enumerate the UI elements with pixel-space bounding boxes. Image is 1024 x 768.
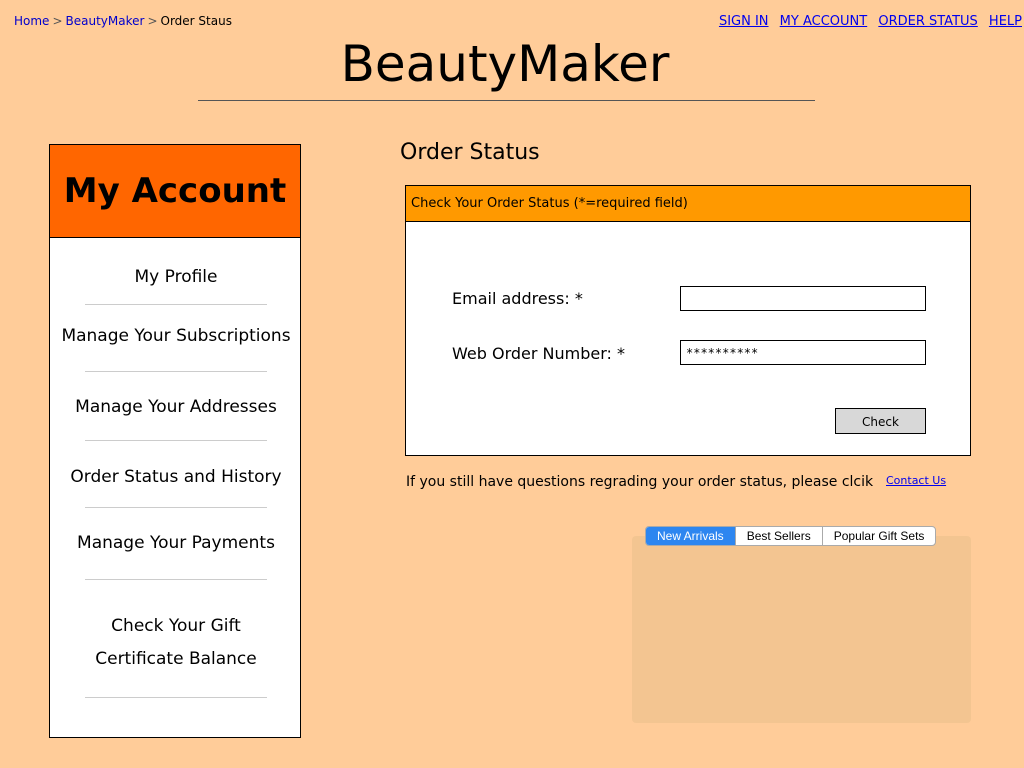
breadcrumb-beautymaker-link[interactable]: BeautyMaker xyxy=(66,14,145,28)
form-header: Check Your Order Status (*=required fiel… xyxy=(406,186,970,222)
check-button[interactable]: Check xyxy=(835,408,926,434)
breadcrumb-separator: > xyxy=(147,14,158,28)
tab-content-panel xyxy=(632,536,971,723)
menu-divider xyxy=(85,507,267,508)
email-label: Email address: * xyxy=(452,289,583,308)
order-status-link[interactable]: ORDER STATUS xyxy=(878,14,977,29)
order-status-heading: Order Status xyxy=(400,140,540,165)
top-navigation: SIGN IN MY ACCOUNT ORDER STATUS HELP xyxy=(712,14,1022,29)
order-status-form: Check Your Order Status (*=required fiel… xyxy=(405,185,971,456)
web-order-number-field[interactable] xyxy=(680,340,926,365)
menu-divider xyxy=(85,371,267,372)
menu-item-manage-addresses[interactable]: Manage Your Addresses xyxy=(50,391,302,424)
account-title: My Account xyxy=(50,145,300,238)
tab-popular-gift-sets[interactable]: Popular Gift Sets xyxy=(821,527,936,545)
menu-divider xyxy=(85,304,267,305)
menu-item-gift-certificate-line2[interactable]: Certificate Balance xyxy=(50,643,302,676)
sign-in-link[interactable]: SIGN IN xyxy=(719,14,769,29)
menu-divider xyxy=(85,579,267,580)
email-field[interactable] xyxy=(680,286,926,311)
breadcrumb-current: Order Staus xyxy=(160,14,232,28)
contact-us-link[interactable]: Contact Us xyxy=(886,474,946,487)
menu-item-my-profile[interactable]: My Profile xyxy=(50,261,302,294)
tab-bar: New Arrivals Best Sellers Popular Gift S… xyxy=(645,526,937,546)
breadcrumb: Home > BeautyMaker > Order Staus xyxy=(14,14,232,28)
menu-divider xyxy=(85,440,267,441)
help-text: If you still have questions regrading yo… xyxy=(406,474,874,490)
web-order-label: Web Order Number: * xyxy=(452,344,625,363)
menu-item-order-status-history[interactable]: Order Status and History xyxy=(50,461,302,494)
tab-best-sellers[interactable]: Best Sellers xyxy=(734,527,822,545)
tab-new-arrivals[interactable]: New Arrivals xyxy=(646,527,735,545)
account-panel: My Account My Profile Manage Your Subscr… xyxy=(49,144,301,738)
menu-item-manage-payments[interactable]: Manage Your Payments xyxy=(50,527,302,560)
breadcrumb-separator: > xyxy=(52,14,63,28)
menu-item-manage-subscriptions[interactable]: Manage Your Subscriptions xyxy=(50,320,302,353)
menu-item-gift-certificate-line1[interactable]: Check Your Gift xyxy=(50,610,302,643)
breadcrumb-home-link[interactable]: Home xyxy=(14,14,49,28)
my-account-link[interactable]: MY ACCOUNT xyxy=(780,14,868,29)
brand-divider xyxy=(198,100,815,101)
menu-divider xyxy=(85,697,267,698)
brand-title: BeautyMaker xyxy=(340,35,670,93)
help-link[interactable]: HELP xyxy=(989,14,1022,29)
